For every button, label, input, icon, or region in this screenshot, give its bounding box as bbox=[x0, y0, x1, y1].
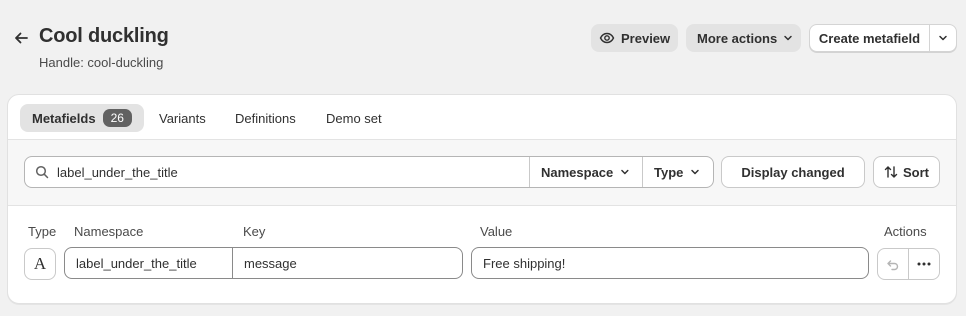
more-options-button[interactable] bbox=[909, 249, 939, 279]
column-header-value: Value bbox=[480, 224, 513, 239]
tab-bar: Metafields 26 Variants Definitions Demo … bbox=[8, 95, 956, 140]
display-changed-label: Display changed bbox=[741, 164, 845, 180]
tab-label: Variants bbox=[159, 110, 206, 126]
tab-label: Metafields bbox=[32, 110, 96, 126]
search-value: label_under_the_title bbox=[57, 164, 178, 180]
namespace-field[interactable]: label_under_the_title bbox=[64, 247, 233, 279]
preview-button[interactable]: Preview bbox=[591, 24, 678, 52]
value-field[interactable]: Free shipping! bbox=[471, 247, 869, 279]
chevron-down-icon bbox=[691, 169, 700, 175]
text-type-icon: A bbox=[33, 254, 47, 273]
create-options-button[interactable] bbox=[930, 25, 956, 51]
preview-label: Preview bbox=[621, 30, 671, 46]
tab-demo-set[interactable]: Demo set bbox=[326, 104, 382, 132]
arrow-left-icon bbox=[15, 32, 28, 44]
namespace-filter-label: Namespace bbox=[541, 164, 614, 180]
undo-button[interactable] bbox=[878, 249, 909, 279]
tab-label: Demo set bbox=[326, 110, 382, 126]
type-text-button[interactable]: A bbox=[24, 248, 56, 280]
chevron-down-icon bbox=[621, 169, 629, 175]
more-actions-button[interactable]: More actions bbox=[686, 24, 801, 52]
tab-definitions[interactable]: Definitions bbox=[235, 104, 296, 132]
column-header-actions: Actions bbox=[884, 224, 927, 239]
column-header-key: Key bbox=[243, 224, 266, 239]
metafields-card: Metafields 26 Variants Definitions Demo … bbox=[7, 94, 957, 304]
search-filter-group: label_under_the_title Namespace Type bbox=[24, 156, 714, 188]
eye-icon bbox=[599, 32, 615, 44]
chevron-down-icon bbox=[939, 35, 947, 41]
column-header-type: Type bbox=[28, 224, 57, 239]
sort-label: Sort bbox=[903, 164, 929, 180]
type-filter-label: Type bbox=[654, 164, 684, 180]
filter-bar: label_under_the_title Namespace Type Dis… bbox=[8, 140, 956, 206]
tab-variants[interactable]: Variants bbox=[159, 104, 206, 132]
page-title: Cool duckling bbox=[39, 25, 169, 47]
count-badge: 26 bbox=[102, 109, 132, 127]
tab-metafields[interactable]: Metafields 26 bbox=[20, 104, 144, 132]
back-button[interactable] bbox=[11, 28, 31, 48]
tab-label: Definitions bbox=[235, 110, 296, 126]
create-metafield-button[interactable]: Create metafield bbox=[810, 25, 930, 51]
more-actions-label: More actions bbox=[697, 30, 778, 46]
search-input[interactable]: label_under_the_title bbox=[25, 157, 530, 187]
row-actions bbox=[877, 248, 940, 280]
create-metafield-label: Create metafield bbox=[818, 30, 921, 46]
key-field[interactable]: message bbox=[232, 247, 463, 279]
handle-text: Handle: cool-duckling bbox=[39, 55, 164, 70]
ellipsis-icon bbox=[917, 262, 931, 266]
create-metafield-group: Create metafield bbox=[809, 24, 957, 52]
column-header-namespace: Namespace bbox=[74, 224, 144, 239]
sort-button[interactable]: Sort bbox=[873, 156, 940, 188]
sort-arrows-icon bbox=[884, 166, 898, 178]
search-icon bbox=[35, 165, 49, 179]
undo-icon bbox=[887, 260, 899, 271]
type-filter[interactable]: Type bbox=[643, 157, 713, 187]
chevron-down-icon bbox=[784, 35, 792, 41]
namespace-filter[interactable]: Namespace bbox=[530, 157, 643, 187]
display-changed-button[interactable]: Display changed bbox=[721, 156, 865, 188]
